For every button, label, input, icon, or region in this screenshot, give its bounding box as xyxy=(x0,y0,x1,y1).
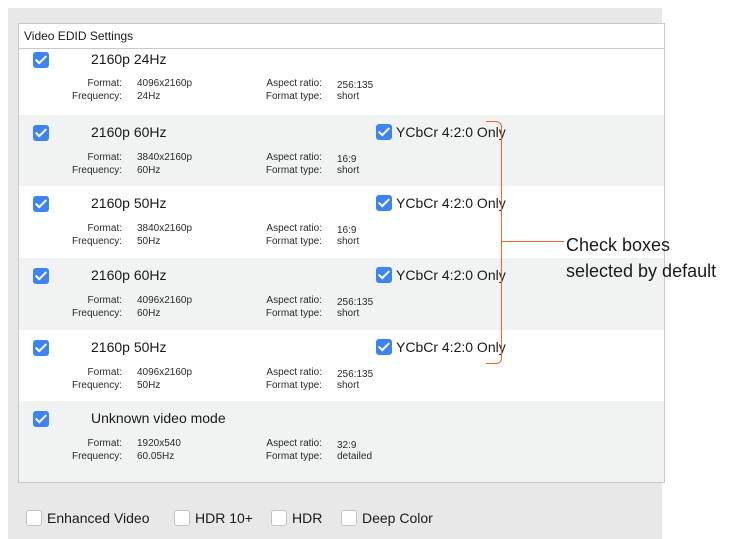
aspect-ratio-label: Aspect ratio: xyxy=(266,438,322,449)
format-label: Format: xyxy=(87,223,122,234)
frequency-value: 60.05Hz xyxy=(137,451,175,462)
ycbcr-checkbox[interactable] xyxy=(376,124,392,140)
mode-checkbox[interactable] xyxy=(33,268,49,284)
aspect-ratio-value: 256:135 xyxy=(337,297,374,308)
mode-name: 2160p 60Hz xyxy=(91,124,167,140)
mode-row[interactable]: Unknown video mode Format: 1920x540 Freq… xyxy=(19,401,664,482)
aspect-ratio-label: Aspect ratio: xyxy=(266,152,322,163)
mode-name: 2160p 24Hz xyxy=(91,51,167,67)
aspect-ratio-value: 16:9 xyxy=(337,225,357,236)
format-type-label: Format type: xyxy=(265,165,322,176)
format-type-value: short xyxy=(337,236,360,247)
format-value: 3840x2160p xyxy=(137,223,193,234)
format-label: Format: xyxy=(87,295,122,306)
enhanced-video-checkbox[interactable] xyxy=(26,510,42,526)
mode-name: 2160p 60Hz xyxy=(91,267,167,283)
mode-row[interactable]: 2160p 50Hz YCbCr 4:2:0 Only Format: 4096… xyxy=(19,330,664,401)
format-type-value: detailed xyxy=(337,451,373,462)
annotation-line-2: selected by default xyxy=(566,261,717,281)
aspect-ratio-label: Aspect ratio: xyxy=(266,295,322,306)
frequency-label: Frequency: xyxy=(71,236,122,247)
mode-checkbox[interactable] xyxy=(33,196,49,212)
frequency-value: 60Hz xyxy=(137,308,161,319)
frequency-label: Frequency: xyxy=(71,91,122,102)
mode-row[interactable]: 2160p 60Hz YCbCr 4:2:0 Only Format: 3840… xyxy=(19,115,664,186)
annotation-callout: Check boxes selected by default xyxy=(566,232,716,284)
format-type-value: short xyxy=(337,165,360,176)
frequency-label: Frequency: xyxy=(71,380,122,391)
frequency-label: Frequency: xyxy=(71,165,122,176)
hdr10plus-checkbox[interactable] xyxy=(174,510,190,526)
ycbcr-checkbox[interactable] xyxy=(376,195,392,211)
frequency-value: 60Hz xyxy=(137,165,161,176)
format-label: Format: xyxy=(87,438,122,449)
mode-checkbox[interactable] xyxy=(33,52,49,68)
format-type-label: Format type: xyxy=(265,451,322,462)
frequency-value: 24Hz xyxy=(137,91,161,102)
format-type-value: short xyxy=(337,308,360,319)
format-value: 4096x2160p xyxy=(137,367,193,378)
aspect-ratio-value: 256:135 xyxy=(337,80,374,91)
frequency-label: Frequency: xyxy=(71,308,122,319)
aspect-ratio-value: 16:9 xyxy=(337,154,357,165)
ycbcr-checkbox[interactable] xyxy=(376,267,392,283)
hdr10plus-label: HDR 10+ xyxy=(195,510,253,526)
format-value: 4096x2160p xyxy=(137,78,193,89)
mode-row[interactable]: 2160p 24Hz Format: 4096x2160p Frequency:… xyxy=(19,49,664,112)
format-type-label: Format type: xyxy=(265,236,322,247)
frequency-label: Frequency: xyxy=(71,451,122,462)
aspect-ratio-label: Aspect ratio: xyxy=(266,223,322,234)
mode-checkbox[interactable] xyxy=(33,411,49,427)
enhanced-video-label: Enhanced Video xyxy=(47,510,150,526)
format-label: Format: xyxy=(87,78,122,89)
format-label: Format: xyxy=(87,152,122,163)
mode-name: 2160p 50Hz xyxy=(91,339,167,355)
format-type-label: Format type: xyxy=(265,308,322,319)
ycbcr-checkbox[interactable] xyxy=(376,339,392,355)
format-label: Format: xyxy=(87,367,122,378)
aspect-ratio-label: Aspect ratio: xyxy=(266,367,322,378)
format-value: 3840x2160p xyxy=(137,152,193,163)
annotation-pointer-line xyxy=(502,241,564,242)
format-type-value: short xyxy=(337,91,360,102)
mode-name: 2160p 50Hz xyxy=(91,195,167,211)
frequency-value: 50Hz xyxy=(137,236,161,247)
deep-color-checkbox[interactable] xyxy=(341,510,357,526)
hdr-checkbox[interactable] xyxy=(271,510,287,526)
format-value: 4096x2160p xyxy=(137,295,193,306)
mode-checkbox[interactable] xyxy=(33,340,49,356)
hdr-label: HDR xyxy=(292,510,323,526)
annotation-bracket xyxy=(486,121,502,364)
format-type-label: Format type: xyxy=(265,380,322,391)
aspect-ratio-value: 256:135 xyxy=(337,369,374,380)
format-type-label: Format type: xyxy=(265,91,322,102)
mode-checkbox[interactable] xyxy=(33,125,49,141)
aspect-ratio-value: 32:9 xyxy=(337,440,357,451)
deep-color-label: Deep Color xyxy=(362,510,433,526)
format-value: 1920x540 xyxy=(137,438,181,449)
format-type-value: short xyxy=(337,380,360,391)
mode-name: Unknown video mode xyxy=(91,410,226,426)
list-title: Video EDID Settings xyxy=(19,24,664,49)
annotation-line-1: Check boxes xyxy=(566,235,671,255)
aspect-ratio-label: Aspect ratio: xyxy=(266,78,322,89)
frequency-value: 50Hz xyxy=(137,380,161,391)
